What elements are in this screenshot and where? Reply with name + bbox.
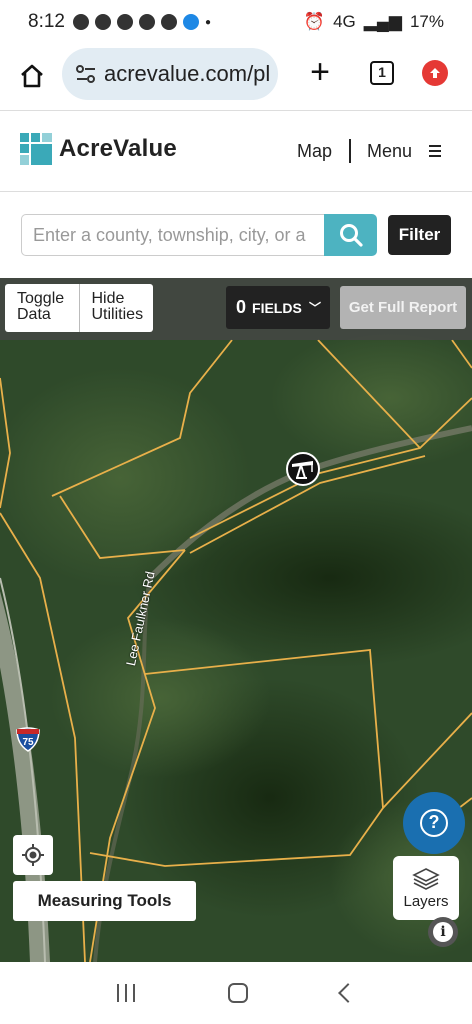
site-settings-icon (76, 65, 95, 83)
update-button[interactable] (422, 60, 448, 86)
info-button[interactable]: i (428, 917, 458, 947)
nav-divider (349, 139, 351, 163)
notification-icons: ● (72, 14, 212, 30)
oil-pump-icon (292, 461, 313, 479)
get-full-report-button[interactable]: Get Full Report (340, 286, 466, 329)
measuring-tools-button[interactable]: Measuring Tools (13, 881, 196, 921)
nav-menu-link[interactable]: Menu (367, 141, 412, 162)
browser-toolbar: acrevalue.com/pl + 1 (0, 44, 472, 108)
calendar-icon (116, 14, 133, 30)
news-icon (94, 14, 111, 30)
plus-icon: + (310, 53, 330, 91)
layers-icon (412, 867, 440, 890)
url-text: acrevalue.com/pl (104, 61, 271, 86)
locate-me-button[interactable] (13, 835, 53, 875)
site-header: AcreValue Map Menu (0, 110, 472, 192)
brand-name: AcreValue (59, 135, 177, 162)
fields-count: 0 (236, 297, 247, 317)
home-nav-icon[interactable] (227, 983, 248, 1003)
arrow-up-icon (430, 68, 440, 78)
battery-label: 17% (409, 12, 444, 31)
search-button[interactable] (324, 214, 377, 256)
search-icon (339, 224, 363, 247)
status-right: ⏰ 4G ▂▄▆ 17% (304, 12, 444, 32)
toggle-button-group: Toggle Data Hide Utilities (5, 284, 153, 332)
toggle-data-button[interactable]: Toggle Data (5, 284, 79, 332)
alarm-icon: ⏰ (303, 12, 326, 31)
system-nav-bar (0, 962, 472, 1024)
map-view[interactable]: Lee Faulkner Rd 75 Toggle Data Hide Util… (0, 278, 472, 962)
settings-icon (138, 14, 155, 30)
hamburger-icon[interactable] (429, 145, 441, 160)
search-row: Filter (0, 194, 472, 278)
status-time: 8:12 (28, 11, 65, 32)
highway-number: 75 (22, 737, 34, 748)
signal-icon: ▂▄▆ (363, 12, 402, 31)
logo[interactable]: AcreValue (20, 133, 177, 165)
hide-utilities-button[interactable]: Hide Utilities (80, 284, 154, 332)
home-button[interactable] (10, 54, 54, 98)
nav-map-link[interactable]: Map (297, 141, 332, 162)
check-icon (72, 14, 89, 30)
layers-label: Layers (403, 892, 449, 910)
cloud-icon (182, 14, 199, 30)
home-icon (21, 64, 43, 88)
fields-dropdown[interactable]: 0 FIELDS ﹀ (226, 286, 330, 329)
url-bar[interactable]: acrevalue.com/pl (62, 48, 278, 100)
interstate-shield-icon: 75 (16, 727, 40, 752)
recent-apps-icon[interactable] (116, 984, 135, 1002)
status-bar: 8:12 ● ⏰ 4G ▂▄▆ 17% (0, 0, 472, 44)
tab-switcher-button[interactable]: 1 (370, 61, 394, 85)
lock-icon (160, 14, 177, 30)
new-tab-button[interactable]: + (302, 52, 338, 92)
map-toolbar: Toggle Data Hide Utilities 0 FIELDS ﹀ Ge… (0, 278, 472, 340)
crosshair-icon (22, 844, 44, 866)
logo-icon (20, 133, 52, 165)
filter-button[interactable]: Filter (388, 215, 451, 255)
search-input[interactable] (21, 214, 324, 256)
network-label: 4G (333, 12, 356, 31)
layers-button[interactable]: Layers (393, 856, 459, 920)
fields-label: FIELDS (252, 299, 302, 316)
chevron-down-icon: ﹀ (308, 301, 321, 315)
more-dot-icon: ● (204, 16, 212, 28)
oil-well-marker[interactable] (286, 452, 320, 486)
info-icon: i (433, 922, 453, 942)
back-icon[interactable] (338, 983, 359, 1003)
question-icon: ? (420, 809, 448, 837)
help-button[interactable]: ? (403, 792, 465, 854)
